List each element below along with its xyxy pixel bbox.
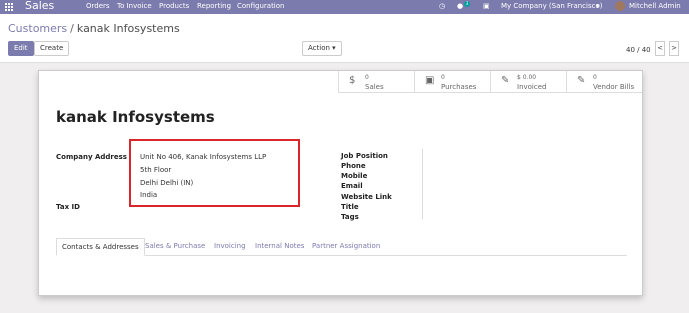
pager-prev-button[interactable]: <	[655, 41, 665, 56]
email-label: Email	[341, 182, 363, 190]
breadcrumb-current: kanak Infosystems	[76, 22, 180, 35]
company-switcher[interactable]: My Company (San Francisco)	[501, 0, 602, 12]
address-highlight-box	[129, 139, 300, 207]
caret-down-icon: ▾	[332, 44, 336, 52]
stat-label: Sales	[365, 83, 384, 91]
menu-orders[interactable]: Orders	[86, 0, 110, 12]
action-dropdown[interactable]: Action ▾	[302, 41, 342, 56]
form-sheet: $ 0 Sales ▣ 0 Purchases ✎ $ 0.00 Invoice…	[38, 70, 643, 296]
clock-icon[interactable]: ◷	[439, 0, 445, 12]
smart-buttons: $ 0 Sales ▣ 0 Purchases ✎ $ 0.00 Invoice…	[338, 71, 642, 93]
edit-button[interactable]: Edit	[8, 41, 34, 56]
stat-value: 0	[441, 74, 445, 81]
stat-value: $ 0.00	[517, 74, 537, 81]
caret-down-icon[interactable]: ▾	[596, 0, 600, 12]
stat-label: Invoiced	[517, 83, 547, 91]
tab-contacts-addresses[interactable]: Contacts & Addresses	[56, 238, 145, 256]
website-link-label: Website Link	[341, 193, 392, 201]
stat-vendor-bills-button[interactable]: ✎ 0 Vendor Bills	[566, 71, 642, 93]
notebook-tabs: Contacts & Addresses Sales & Purchase In…	[56, 238, 627, 256]
stat-value: 0	[365, 74, 369, 81]
app-name[interactable]: Sales	[25, 0, 54, 13]
edit-icon: ✎	[577, 75, 586, 86]
breadcrumb: Customers / kanak Infosystems	[8, 22, 180, 36]
partner-name: kanak Infosystems	[56, 108, 215, 126]
top-navbar: Sales Orders To Invoice Products Reporti…	[0, 0, 689, 14]
dollar-icon: $	[349, 75, 356, 86]
menu-configuration[interactable]: Configuration	[237, 0, 284, 12]
stat-sales-button[interactable]: $ 0 Sales	[338, 71, 414, 93]
breadcrumb-separator: /	[70, 22, 74, 35]
mobile-label: Mobile	[341, 172, 368, 180]
tab-internal-notes[interactable]: Internal Notes	[255, 238, 304, 256]
job-position-label: Job Position	[341, 152, 388, 160]
chat-icon[interactable]: ●	[457, 0, 463, 12]
gift-icon[interactable]: ▣	[483, 0, 490, 12]
stat-purchases-button[interactable]: ▣ 0 Purchases	[414, 71, 490, 93]
menu-to-invoice[interactable]: To Invoice	[117, 0, 152, 12]
tax-id-label: Tax ID	[56, 203, 80, 211]
stat-invoiced-button[interactable]: ✎ $ 0.00 Invoiced	[490, 71, 566, 93]
action-label: Action	[308, 44, 330, 52]
cart-icon: ▣	[425, 75, 435, 86]
apps-grid-icon[interactable]	[5, 3, 13, 11]
breadcrumb-customers[interactable]: Customers	[8, 22, 67, 35]
tags-label: Tags	[341, 213, 359, 221]
avatar[interactable]	[615, 1, 625, 11]
tab-invoicing[interactable]: Invoicing	[214, 238, 246, 256]
control-panel: Customers / kanak Infosystems Edit Create …	[0, 14, 689, 63]
message-count-badge: 3	[464, 1, 470, 7]
stat-value: 0	[593, 74, 597, 81]
menu-reporting[interactable]: Reporting	[197, 0, 231, 12]
edit-icon: ✎	[501, 75, 510, 86]
field-divider	[422, 149, 423, 219]
stat-label: Vendor Bills	[593, 83, 635, 91]
company-address-label: Company Address	[56, 153, 127, 161]
user-menu[interactable]: Mitchell Admin	[629, 0, 681, 12]
phone-label: Phone	[341, 162, 366, 170]
stat-label: Purchases	[441, 83, 477, 91]
tab-partner-assignation[interactable]: Partner Assignation	[312, 238, 380, 256]
pager-next-button[interactable]: >	[669, 41, 679, 56]
tab-sales-purchase[interactable]: Sales & Purchase	[145, 238, 205, 256]
create-button[interactable]: Create	[34, 41, 70, 56]
menu-products[interactable]: Products	[159, 0, 189, 12]
pager-value[interactable]: 40 / 40	[626, 45, 651, 55]
title-label: Title	[341, 203, 359, 211]
